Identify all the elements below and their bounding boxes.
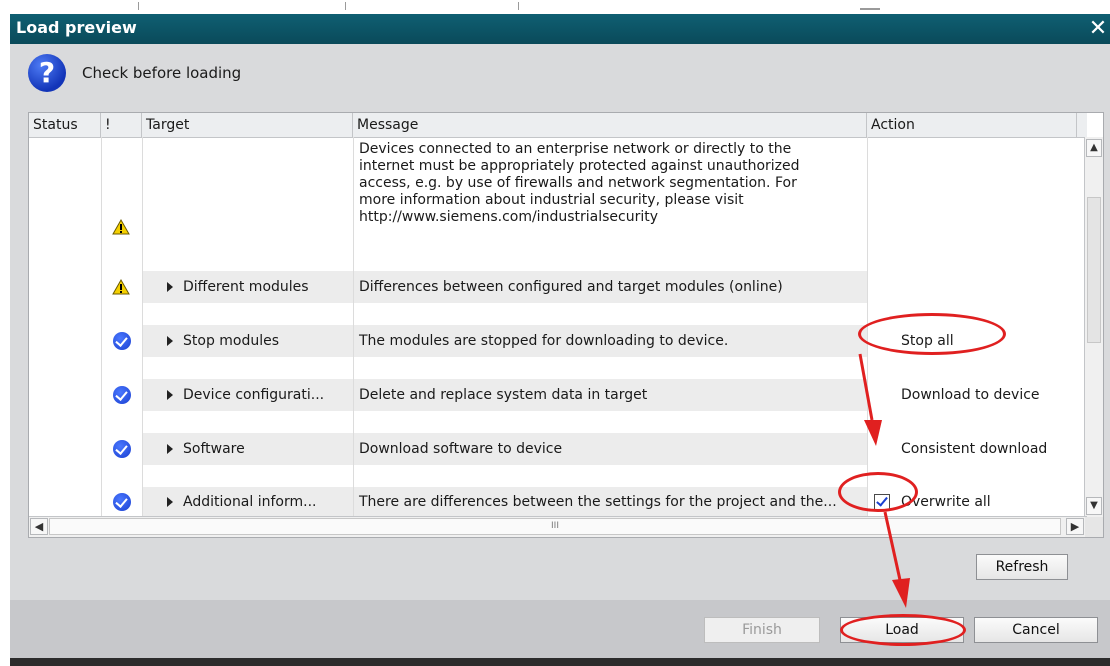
action-label: Overwrite all <box>901 494 991 510</box>
load-preview-table: Status ! Target Message Action Devices c… <box>28 112 1104 538</box>
scroll-up-icon[interactable]: ▲ <box>1086 139 1102 157</box>
expand-arrow-icon[interactable] <box>167 497 173 507</box>
table-row[interactable]: Different modules Differences between co… <box>29 271 1087 303</box>
horizontal-scrollbar[interactable]: ◀ III ▶ <box>29 516 1087 537</box>
target-cell[interactable]: Additional inform... <box>143 487 353 517</box>
target-label: Different modules <box>183 279 309 295</box>
message-cell: Download software to device <box>354 433 867 465</box>
cancel-button[interactable]: Cancel <box>974 617 1098 643</box>
title-bar: Load preview ✕ <box>10 14 1110 44</box>
strip-tick <box>860 8 880 10</box>
ok-check-icon <box>113 332 131 350</box>
target-cell[interactable]: Stop modules <box>143 325 353 357</box>
strip-tick <box>138 2 139 10</box>
message-line: more information about industrial securi… <box>359 192 744 208</box>
target-label: Additional inform... <box>183 494 317 510</box>
scroll-down-icon[interactable]: ▼ <box>1086 497 1102 515</box>
expand-arrow-icon[interactable] <box>167 282 173 292</box>
expand-arrow-icon[interactable] <box>167 444 173 454</box>
ok-check-icon <box>113 386 131 404</box>
message-line: internet must be appropriately protected… <box>359 158 800 174</box>
message-line: Devices connected to an enterprise netwo… <box>359 141 792 157</box>
question-mark-icon: ? <box>28 54 66 92</box>
target-label: Stop modules <box>183 333 280 349</box>
finish-button[interactable]: Finish <box>704 617 820 643</box>
refresh-button[interactable]: Refresh <box>976 554 1068 580</box>
action-select[interactable]: Download to device <box>868 379 1078 411</box>
table-row[interactable]: Software Download software to device Con… <box>29 433 1087 465</box>
scroll-right-icon[interactable]: ▶ <box>1066 518 1084 535</box>
target-cell[interactable]: Device configurati... <box>143 379 353 411</box>
expand-arrow-icon[interactable] <box>167 336 173 346</box>
warning-icon <box>112 219 130 235</box>
column-header-status[interactable]: Status <box>29 113 101 137</box>
column-header-message[interactable]: Message <box>353 113 867 137</box>
strip-tick <box>518 2 519 10</box>
action-select[interactable]: Stop all <box>868 325 1078 357</box>
action-select[interactable]: Consistent download <box>868 433 1078 465</box>
overwrite-all-checkbox[interactable] <box>874 494 890 510</box>
column-header-action[interactable]: Action <box>867 113 1077 137</box>
column-header-exclamation[interactable]: ! <box>101 113 142 137</box>
scroll-corner <box>1085 517 1103 537</box>
message-cell: There are differences between the settin… <box>354 487 867 517</box>
load-button[interactable]: Load <box>840 617 964 643</box>
vertical-scroll-thumb[interactable] <box>1087 197 1101 343</box>
ok-check-icon <box>113 440 131 458</box>
strip-tick <box>345 2 346 10</box>
table-row[interactable]: Device configurati... Delete and replace… <box>29 379 1087 411</box>
dialog-title: Load preview <box>16 18 137 37</box>
target-cell[interactable]: Software <box>143 433 353 465</box>
background-window-strip <box>0 0 1110 14</box>
table-row[interactable]: Additional inform... There are differenc… <box>29 487 1087 517</box>
close-icon[interactable]: ✕ <box>1086 16 1110 42</box>
scroll-left-icon[interactable]: ◀ <box>30 518 48 535</box>
button-panel: Finish Load Cancel <box>10 600 1110 666</box>
load-preview-dialog: Load preview ✕ ? Check before loading St… <box>10 14 1110 666</box>
message-line: access, e.g. by use of firewalls and net… <box>359 175 797 191</box>
table-row[interactable]: Devices connected to an enterprise netwo… <box>29 137 1087 253</box>
message-line: http://www.siemens.com/industrialsecurit… <box>359 209 659 225</box>
message-cell: Differences between configured and targe… <box>354 271 867 303</box>
horizontal-scroll-thumb[interactable]: III <box>49 518 1061 535</box>
table-row[interactable]: Stop modules The modules are stopped for… <box>29 325 1087 357</box>
target-label: Software <box>183 441 245 457</box>
message-cell: Delete and replace system data in target <box>354 379 867 411</box>
column-header-target[interactable]: Target <box>142 113 353 137</box>
expand-arrow-icon[interactable] <box>167 390 173 400</box>
message-cell: Devices connected to an enterprise netwo… <box>359 141 859 226</box>
header-text: Check before loading <box>82 64 242 82</box>
warning-icon <box>112 279 130 295</box>
bottom-edge <box>10 658 1110 666</box>
ok-check-icon <box>113 493 131 511</box>
vertical-scrollbar[interactable]: ▲ ▼ <box>1084 137 1103 517</box>
target-cell[interactable]: Different modules <box>143 271 353 303</box>
target-label: Device configurati... <box>183 387 325 403</box>
message-cell: The modules are stopped for downloading … <box>354 325 867 357</box>
table-header: Status ! Target Message Action <box>29 113 1087 138</box>
